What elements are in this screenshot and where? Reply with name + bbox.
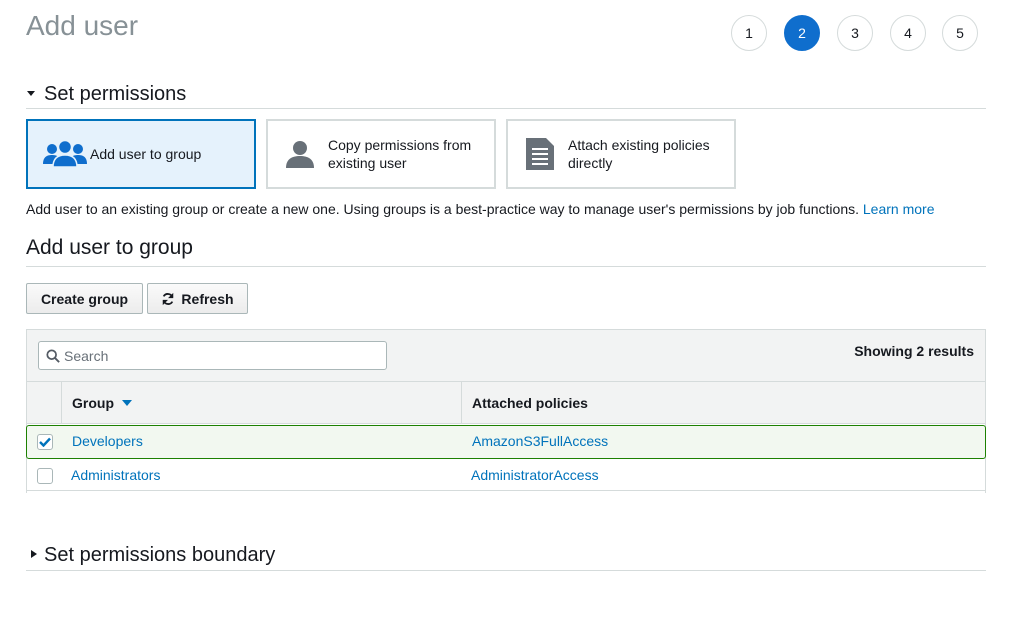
- user-icon: [284, 138, 316, 170]
- page-title: Add user: [26, 10, 139, 41]
- search-box[interactable]: [38, 341, 387, 370]
- refresh-button[interactable]: Refresh: [147, 283, 248, 314]
- groups-table: Showing 2 results Group Attached policie…: [26, 329, 986, 493]
- document-icon: [524, 136, 556, 172]
- search-icon: [46, 348, 60, 363]
- option-label: Attach existing policies directly: [568, 137, 710, 171]
- step-3[interactable]: 3: [837, 15, 873, 51]
- results-count: Showing 2 results: [854, 343, 974, 359]
- sort-down-icon: [122, 399, 132, 407]
- option-attach-policies[interactable]: Attach existing policies directly: [506, 119, 736, 189]
- create-group-button[interactable]: Create group: [26, 283, 143, 314]
- table-toolbar: Showing 2 results: [27, 330, 985, 382]
- table-row[interactable]: Administrators AdministratorAccess: [27, 459, 985, 493]
- table-bottom-border: [26, 490, 986, 491]
- set-permissions-header[interactable]: Set permissions: [26, 80, 986, 109]
- caret-down-icon: [26, 88, 44, 101]
- group-column-header[interactable]: Group: [62, 382, 462, 423]
- option-label: Copy permissions from existing user: [328, 137, 472, 171]
- search-input[interactable]: [64, 347, 364, 364]
- row-checkbox[interactable]: [36, 434, 53, 450]
- select-column-header: [27, 382, 62, 423]
- checkmark-icon: [38, 437, 51, 447]
- row-checkbox[interactable]: [36, 468, 53, 484]
- caret-right-icon: [30, 549, 44, 562]
- set-permissions-title: Set permissions: [44, 82, 187, 105]
- option-label: Add user to group: [90, 146, 202, 162]
- step-5[interactable]: 5: [942, 15, 978, 51]
- option-copy-permissions[interactable]: Copy permissions from existing user: [266, 119, 496, 189]
- table-row[interactable]: Developers AmazonS3FullAccess: [26, 425, 986, 459]
- group-icon: [42, 138, 88, 170]
- permissions-boundary-title: Set permissions boundary: [44, 544, 276, 566]
- group-section-title: Add user to group: [26, 236, 986, 267]
- permissions-description: Add user to an existing group or create …: [26, 201, 935, 217]
- policy-link[interactable]: AdministratorAccess: [471, 467, 599, 483]
- group-link[interactable]: Administrators: [71, 467, 160, 483]
- table-header: Group Attached policies: [27, 382, 985, 424]
- step-4[interactable]: 4: [890, 15, 926, 51]
- permissions-boundary-header[interactable]: Set permissions boundary: [26, 541, 986, 571]
- policies-column-header[interactable]: Attached policies: [462, 382, 985, 423]
- policy-link[interactable]: AmazonS3FullAccess: [472, 433, 608, 449]
- step-1[interactable]: 1: [731, 15, 767, 51]
- learn-more-link[interactable]: Learn more: [863, 201, 935, 217]
- group-link[interactable]: Developers: [72, 433, 143, 449]
- step-2[interactable]: 2: [784, 15, 820, 51]
- refresh-icon: [161, 292, 175, 306]
- option-add-user-to-group[interactable]: Add user to group: [26, 119, 256, 189]
